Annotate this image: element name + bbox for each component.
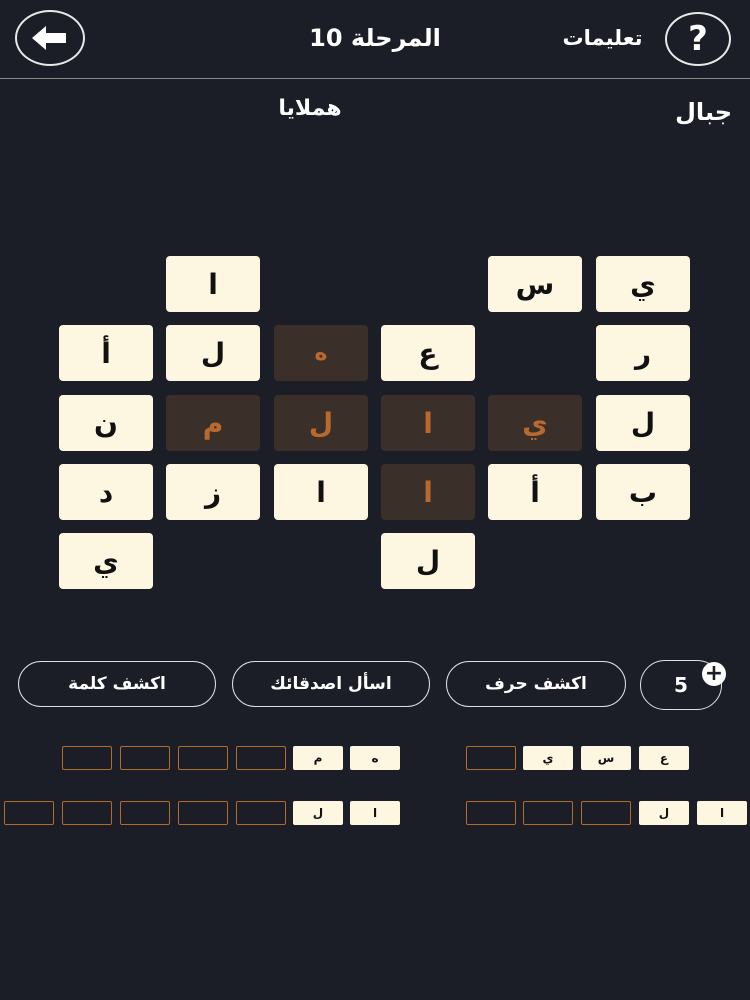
answer-slot bbox=[523, 801, 573, 825]
answer-slot bbox=[4, 801, 54, 825]
current-word: هملايا bbox=[278, 96, 342, 121]
grid-tile[interactable]: ب bbox=[596, 464, 690, 520]
answer-slot bbox=[466, 746, 516, 770]
grid-tile[interactable]: ي bbox=[596, 256, 690, 312]
grid-tile[interactable]: ل bbox=[166, 325, 260, 381]
grid-tile-found[interactable]: م bbox=[166, 395, 260, 451]
answer-slot: ا bbox=[697, 801, 747, 825]
grid-tile-found[interactable]: ا bbox=[381, 464, 475, 520]
back-button[interactable] bbox=[15, 10, 85, 66]
grid-tile-found[interactable]: ي bbox=[488, 395, 582, 451]
answer-slot bbox=[120, 746, 170, 770]
answer-slot: ه bbox=[350, 746, 400, 770]
help-button[interactable]: ? bbox=[665, 12, 731, 66]
reveal-letter-button[interactable]: اكشف حرف bbox=[446, 661, 626, 707]
grid-tile[interactable]: ل bbox=[596, 395, 690, 451]
grid-tile-found[interactable]: ه bbox=[274, 325, 368, 381]
answer-slot bbox=[466, 801, 516, 825]
grid-tile[interactable]: ل bbox=[381, 533, 475, 589]
grid-tile[interactable]: ا bbox=[274, 464, 368, 520]
plus-icon[interactable]: + bbox=[702, 662, 726, 686]
grid-tile[interactable]: د bbox=[59, 464, 153, 520]
grid-tile[interactable]: ز bbox=[166, 464, 260, 520]
answer-slot bbox=[178, 801, 228, 825]
answer-slot bbox=[62, 801, 112, 825]
answer-slot bbox=[236, 801, 286, 825]
instructions-link[interactable]: تعليمات bbox=[545, 26, 660, 50]
answer-slot bbox=[236, 746, 286, 770]
answer-slot: ا bbox=[350, 801, 400, 825]
grid-tile[interactable]: أ bbox=[59, 325, 153, 381]
answer-slot: س bbox=[581, 746, 631, 770]
grid-tile-found[interactable]: ا bbox=[381, 395, 475, 451]
grid-tile-found[interactable]: ل bbox=[274, 395, 368, 451]
grid-tile[interactable]: س bbox=[488, 256, 582, 312]
answer-slot: م bbox=[293, 746, 343, 770]
answer-slot bbox=[581, 801, 631, 825]
top-bar: المرحلة 10 تعليمات ? bbox=[0, 0, 750, 79]
answer-slot: ي bbox=[523, 746, 573, 770]
grid-tile[interactable]: ا bbox=[166, 256, 260, 312]
answer-slot bbox=[62, 746, 112, 770]
grid-tile[interactable]: ي bbox=[59, 533, 153, 589]
answer-slot bbox=[120, 801, 170, 825]
arrow-left-icon bbox=[32, 26, 66, 50]
answer-slot: ل bbox=[639, 801, 689, 825]
category-label: جبال bbox=[675, 98, 732, 126]
grid-tile[interactable]: ر bbox=[596, 325, 690, 381]
grid-tile[interactable]: أ bbox=[488, 464, 582, 520]
ask-friends-button[interactable]: اسأل اصدقائك bbox=[232, 661, 430, 707]
grid-tile[interactable]: ن bbox=[59, 395, 153, 451]
grid-tile[interactable]: ع bbox=[381, 325, 475, 381]
reveal-word-button[interactable]: اكشف كلمة bbox=[18, 661, 216, 707]
answer-slot: ل bbox=[293, 801, 343, 825]
coin-count: 5 bbox=[674, 673, 688, 697]
page-title: المرحلة 10 bbox=[309, 24, 441, 52]
question-icon: ? bbox=[688, 19, 708, 59]
answer-slot: ع bbox=[639, 746, 689, 770]
answer-slot bbox=[178, 746, 228, 770]
